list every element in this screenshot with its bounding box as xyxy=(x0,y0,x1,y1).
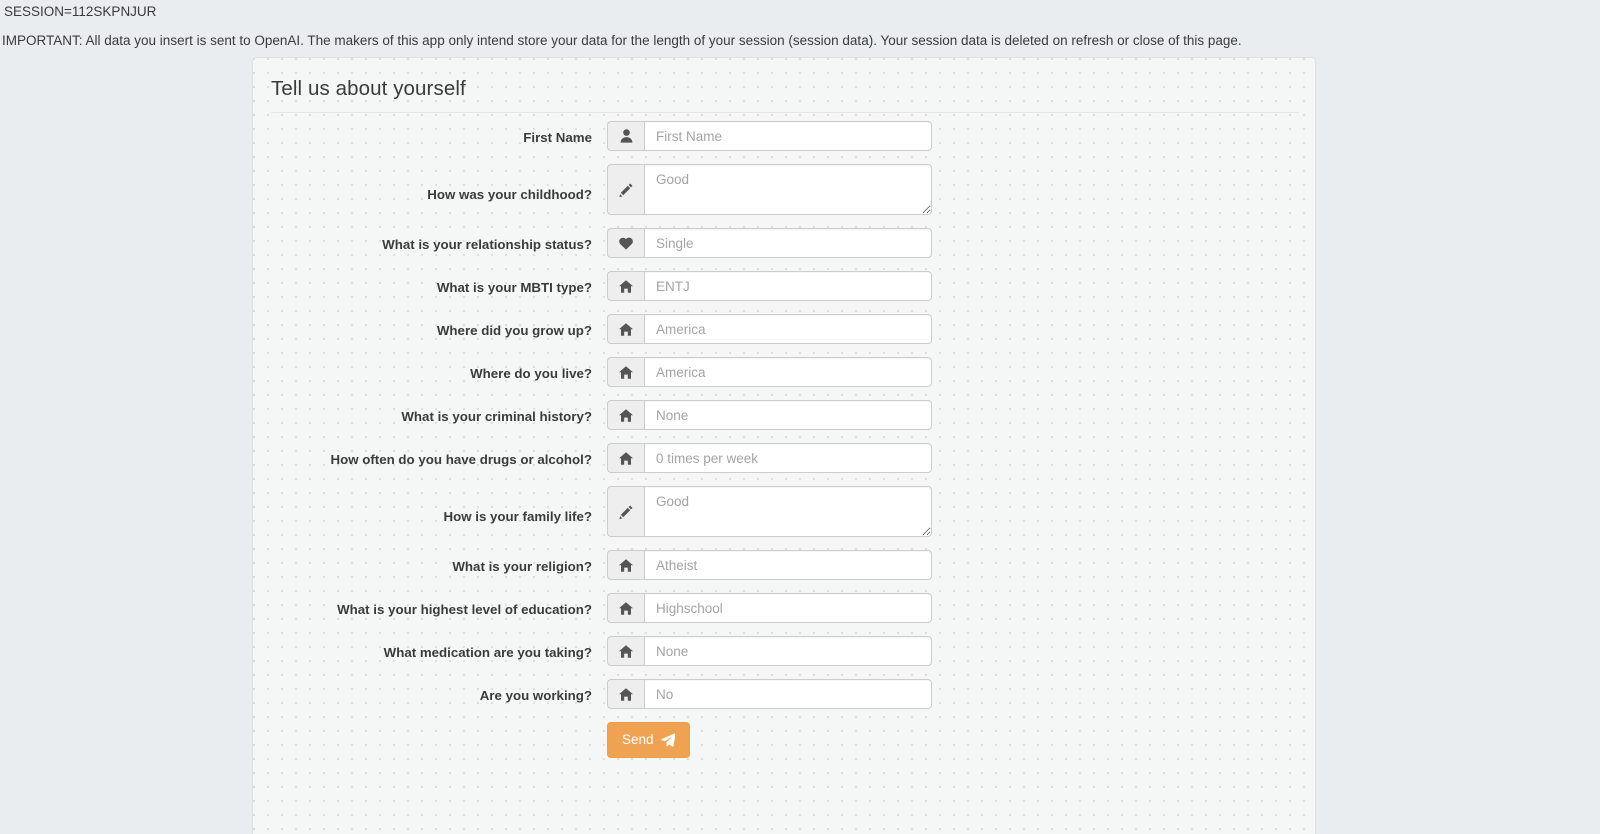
form-row: What is your highest level of education? xyxy=(253,593,1315,623)
form-row: How is your family life? xyxy=(253,486,1315,537)
form-row: Where did you grow up? xyxy=(253,314,1315,344)
form-row: Are you working? xyxy=(253,679,1315,709)
field-label: How is your family life? xyxy=(253,486,607,526)
form-panel: Tell us about yourself First Name How was… xyxy=(252,57,1316,834)
paper-plane-icon xyxy=(661,733,675,747)
panel-heading: Tell us about yourself xyxy=(253,58,1315,113)
form-row: What is your relationship status? xyxy=(253,228,1315,258)
form-row: What is your MBTI type? xyxy=(253,271,1315,301)
field-label: How was your childhood? xyxy=(253,164,607,204)
form-row: First Name xyxy=(253,121,1315,151)
field-input[interactable] xyxy=(644,314,932,344)
input-group xyxy=(607,486,932,537)
field-label: What is your criminal history? xyxy=(253,400,607,426)
home-icon xyxy=(607,593,644,623)
field-label: What is your MBTI type? xyxy=(253,271,607,297)
field-input[interactable] xyxy=(644,550,932,580)
submit-row: Send xyxy=(253,722,1315,758)
heart-icon xyxy=(607,228,644,258)
field-label: Where do you live? xyxy=(253,357,607,383)
home-icon xyxy=(607,357,644,387)
home-icon xyxy=(607,271,644,301)
input-group xyxy=(607,357,932,387)
input-group xyxy=(607,443,932,473)
field-label: Are you working? xyxy=(253,679,607,705)
home-icon xyxy=(607,400,644,430)
input-group xyxy=(607,314,932,344)
input-group xyxy=(607,400,932,430)
field-input[interactable] xyxy=(644,121,932,151)
form-row: What is your criminal history? xyxy=(253,400,1315,430)
home-icon xyxy=(607,314,644,344)
field-label: What is your highest level of education? xyxy=(253,593,607,619)
home-icon xyxy=(607,550,644,580)
input-group xyxy=(607,679,932,709)
home-icon xyxy=(607,679,644,709)
field-input[interactable] xyxy=(644,486,932,537)
field-label: What is your religion? xyxy=(253,550,607,576)
field-label: First Name xyxy=(253,121,607,147)
field-label: Where did you grow up? xyxy=(253,314,607,340)
field-input[interactable] xyxy=(644,443,932,473)
field-label: What medication are you taking? xyxy=(253,636,607,662)
field-input[interactable] xyxy=(644,357,932,387)
session-id-text: SESSION=112SKPNJUR xyxy=(0,0,1600,21)
input-group xyxy=(607,164,932,215)
field-input[interactable] xyxy=(644,228,932,258)
field-input[interactable] xyxy=(644,271,932,301)
field-input[interactable] xyxy=(644,593,932,623)
form-row: Where do you live? xyxy=(253,357,1315,387)
send-button-label: Send xyxy=(622,731,654,749)
home-icon xyxy=(607,636,644,666)
form-row: What is your religion? xyxy=(253,550,1315,580)
form-row: What medication are you taking? xyxy=(253,636,1315,666)
input-group xyxy=(607,550,932,580)
field-input[interactable] xyxy=(644,679,932,709)
user-icon xyxy=(607,121,644,151)
pencil-icon xyxy=(607,164,644,215)
profile-form: First Name How was your childhood? What is… xyxy=(253,113,1315,758)
input-group xyxy=(607,121,932,151)
field-input[interactable] xyxy=(644,164,932,215)
privacy-warning-text: IMPORTANT: All data you insert is sent t… xyxy=(0,21,1600,50)
page-title: Tell us about yourself xyxy=(271,76,1295,102)
field-label: What is your relationship status? xyxy=(253,228,607,254)
field-label: How often do you have drugs or alcohol? xyxy=(253,443,607,469)
pencil-icon xyxy=(607,486,644,537)
input-group xyxy=(607,593,932,623)
form-row: How was your childhood? xyxy=(253,164,1315,215)
home-icon xyxy=(607,443,644,473)
form-row: How often do you have drugs or alcohol? xyxy=(253,443,1315,473)
field-input[interactable] xyxy=(644,636,932,666)
input-group xyxy=(607,636,932,666)
input-group xyxy=(607,271,932,301)
topbar: SESSION=112SKPNJUR IMPORTANT: All data y… xyxy=(0,0,1600,50)
field-input[interactable] xyxy=(644,400,932,430)
send-button[interactable]: Send xyxy=(607,722,690,758)
form-panel-wrapper: Tell us about yourself First Name How was… xyxy=(252,57,1316,834)
input-group xyxy=(607,228,932,258)
